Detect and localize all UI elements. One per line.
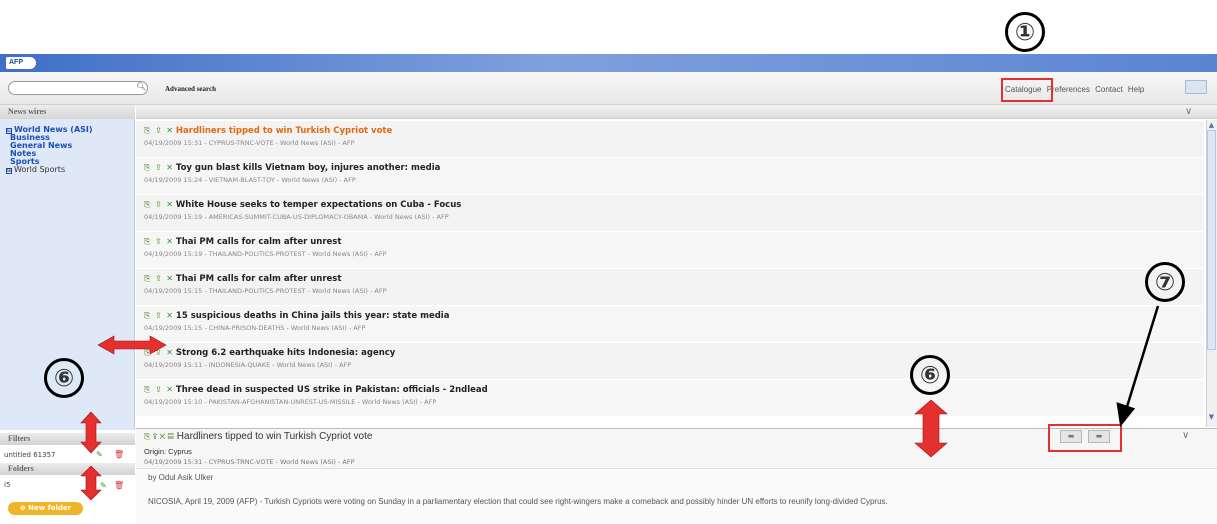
- annotation-7-arrow: [1116, 305, 1160, 428]
- annotation-arrows: [80, 305, 1160, 501]
- resize-vertical-arrow-detail: [914, 399, 948, 458]
- resize-horizontal-arrow: [97, 335, 167, 355]
- resize-vertical-arrow-folders: [80, 465, 102, 501]
- resize-vertical-arrow-filters: [80, 411, 102, 454]
